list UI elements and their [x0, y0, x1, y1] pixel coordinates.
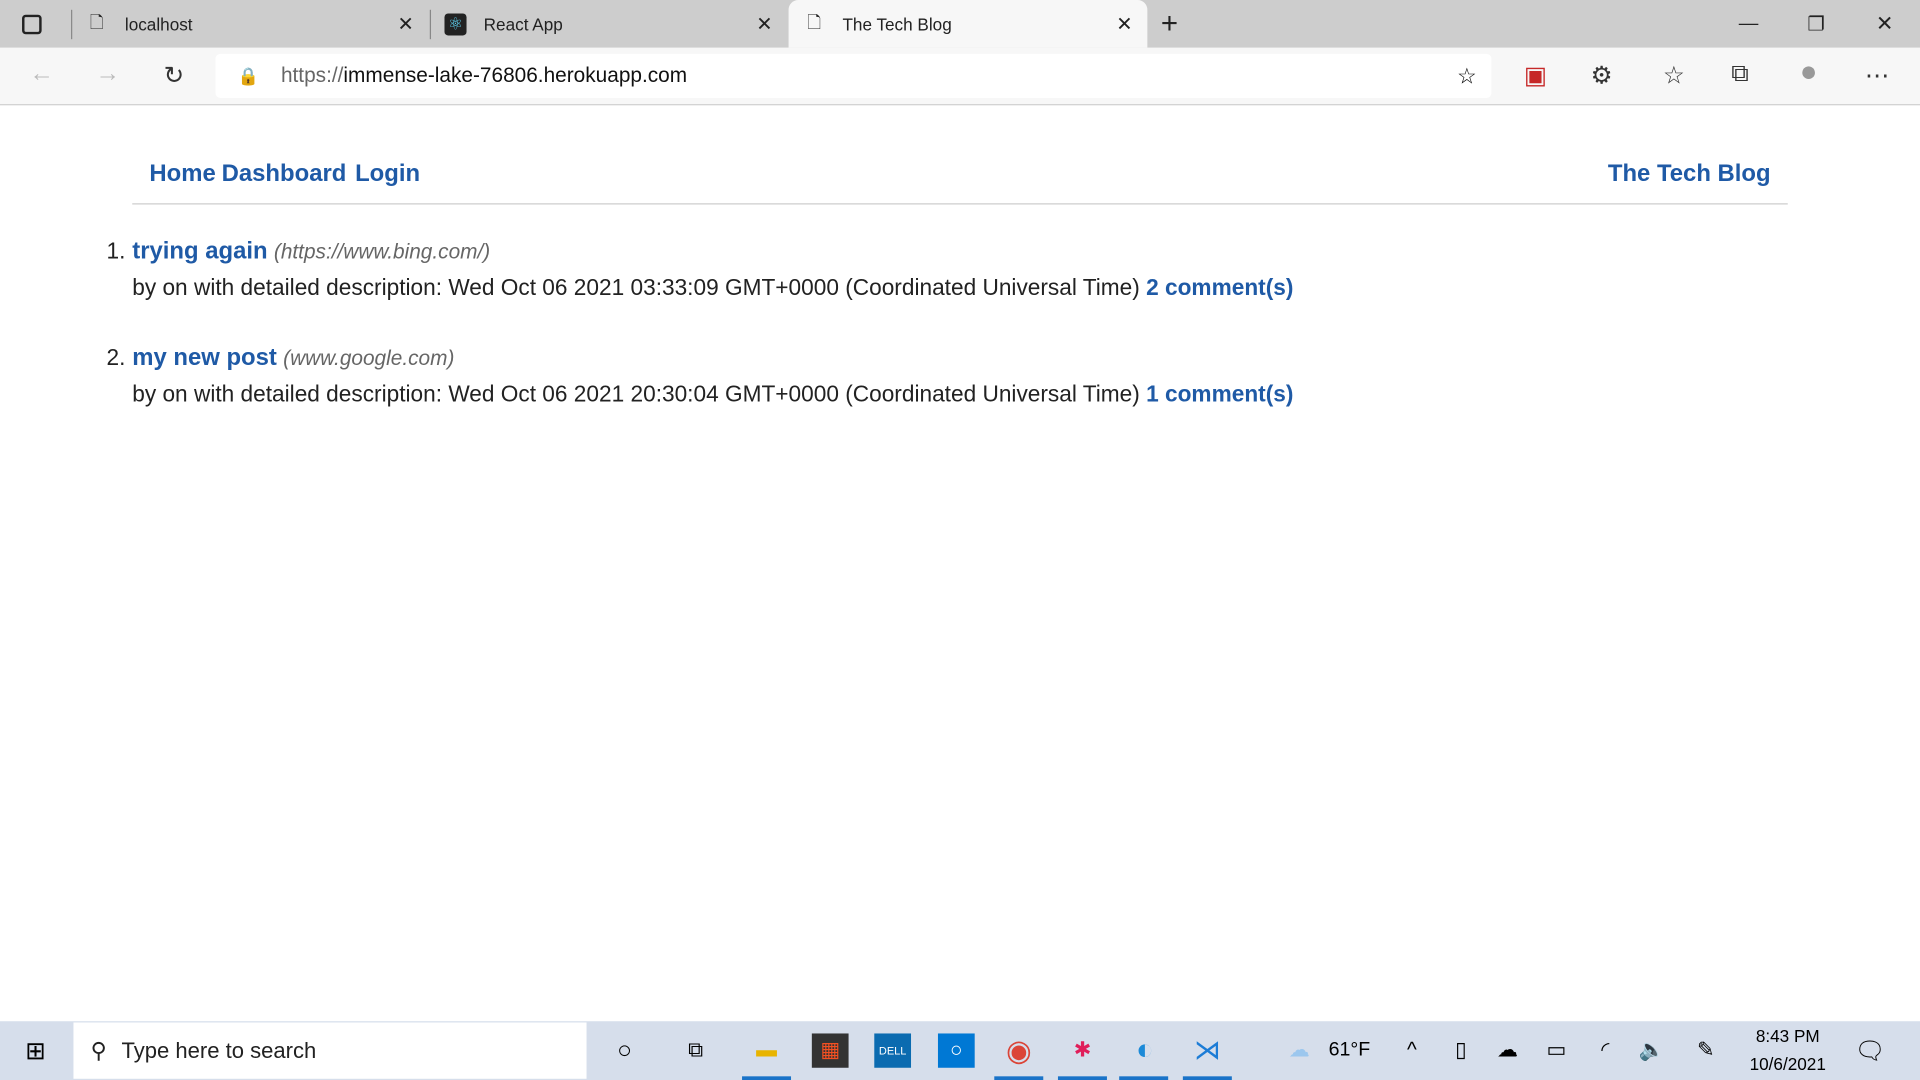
tab-label: React App — [483, 14, 563, 34]
back-icon[interactable]: ← — [24, 60, 58, 88]
tab-actions-icon — [22, 14, 42, 34]
file-explorer-icon[interactable]: ▬ — [748, 1033, 785, 1067]
taskbar: ⊞ ⚲ Type here to search ○ ⧉ ▬ ▦ DELL ○ ◉… — [0, 1021, 1920, 1080]
notifications-icon[interactable]: 🗨 — [1851, 1033, 1888, 1067]
address-bar[interactable]: 🔒 https:// immense-lake-76806.herokuapp.… — [215, 53, 1492, 98]
close-tab-icon[interactable]: ✕ — [397, 12, 413, 36]
wifi-icon[interactable]: ◜ — [1587, 1033, 1624, 1067]
forward-icon[interactable]: → — [91, 60, 125, 88]
edge-icon[interactable]: ◐ — [1127, 1033, 1164, 1067]
nav-home-link[interactable]: Home — [149, 160, 215, 188]
restore-button[interactable]: ❐ — [1807, 0, 1825, 48]
url-scheme: https:// — [280, 63, 344, 87]
site-brand-link[interactable]: The Tech Blog — [1608, 160, 1771, 188]
post-comments-link[interactable]: 2 comment(s) — [1146, 274, 1293, 300]
show-hidden-icons[interactable]: ^ — [1393, 1033, 1430, 1067]
store-icon[interactable]: ▦ — [811, 1033, 849, 1068]
post-title-link[interactable]: trying again — [132, 238, 267, 265]
extensions-icon[interactable]: ⚙ — [1584, 60, 1618, 91]
tab-the-tech-blog[interactable]: 🗋 The Tech Blog ✕ — [788, 0, 1148, 48]
post-meta: by on with detailed description: Wed Oct… — [132, 380, 1140, 407]
header-divider — [132, 203, 1788, 205]
weather-icon[interactable]: ☁ — [1281, 1033, 1318, 1067]
page-error-icon: 🗋 — [89, 11, 104, 32]
search-icon: ⚲ — [90, 1037, 107, 1063]
clock-date[interactable]: 10/6/2021 — [1739, 1054, 1837, 1074]
more-menu-icon[interactable]: ⋯ — [1860, 60, 1894, 91]
lock-icon: 🔒 — [237, 65, 259, 86]
clock-time[interactable]: 8:43 PM — [1739, 1026, 1837, 1046]
refresh-icon[interactable]: ↻ — [157, 60, 191, 91]
close-tab-icon[interactable]: ✕ — [1116, 12, 1132, 36]
pocket-extension-icon[interactable]: ▣ — [1518, 60, 1552, 91]
post-url: (www.google.com) — [283, 346, 455, 370]
browser-toolbar: ← → ↻ 🔒 https:// immense-lake-76806.hero… — [0, 47, 1920, 106]
weather-temp[interactable]: 61°F — [1329, 1040, 1371, 1062]
collections-icon[interactable]: ⧉ — [1723, 60, 1757, 88]
favorites-icon[interactable]: ☆ — [1657, 60, 1691, 91]
tab-actions-button[interactable] — [22, 0, 49, 48]
new-tab-button[interactable]: + — [1161, 0, 1178, 48]
post-url: (https://www.bing.com/) — [273, 240, 491, 264]
search-placeholder: Type here to search — [121, 1037, 317, 1063]
post-title-link[interactable]: my new post — [132, 344, 277, 371]
minimize-button[interactable]: — — [1739, 0, 1759, 48]
task-view-icon[interactable]: ⧉ — [677, 1033, 714, 1067]
tab-label: The Tech Blog — [842, 14, 952, 34]
close-window-button[interactable]: ✕ — [1876, 0, 1893, 48]
react-icon: ⚛ — [444, 12, 467, 35]
meet-now-icon[interactable]: ▯ — [1442, 1033, 1479, 1067]
post-number: 2. — [106, 344, 126, 370]
page-icon: 🗋 — [807, 11, 822, 32]
url-host: immense-lake-76806.herokuapp.com — [343, 63, 688, 87]
nav-login-link[interactable]: Login — [355, 160, 420, 188]
add-favorite-icon[interactable]: ☆ — [1457, 63, 1477, 89]
app-icon[interactable]: ○ — [937, 1033, 975, 1068]
windows-start-icon[interactable]: ⊞ — [17, 1033, 54, 1067]
slack-icon[interactable]: ✱ — [1064, 1033, 1101, 1067]
pen-icon[interactable]: ✎ — [1687, 1033, 1724, 1067]
tab-bar: 🗋 localhost ✕ ⚛ React App ✕ 🗋 The Tech B… — [0, 0, 1920, 48]
vscode-icon[interactable]: ⋊ — [1189, 1033, 1226, 1067]
tab-localhost[interactable]: 🗋 localhost ✕ — [86, 0, 429, 48]
post-number: 1. — [106, 237, 126, 264]
post-meta: by on with detailed description: Wed Oct… — [132, 274, 1140, 301]
dell-icon[interactable]: DELL — [874, 1033, 912, 1068]
close-tab-icon[interactable]: ✕ — [756, 12, 772, 36]
tab-label: localhost — [124, 14, 193, 34]
taskbar-search-input[interactable]: ⚲ Type here to search — [73, 1022, 587, 1079]
cortana-icon[interactable]: ○ — [606, 1033, 643, 1067]
page-content: Home Dashboard Login The Tech Blog 1. tr… — [0, 107, 1920, 1022]
profile-avatar[interactable]: ● — [1791, 55, 1825, 89]
tab-react-app[interactable]: ⚛ React App ✕ — [444, 0, 787, 48]
post-comments-link[interactable]: 1 comment(s) — [1146, 381, 1293, 407]
volume-icon[interactable]: 🔈 — [1633, 1033, 1670, 1067]
onedrive-icon[interactable]: ☁ — [1489, 1033, 1526, 1067]
chrome-icon[interactable]: ◉ — [1000, 1033, 1037, 1067]
battery-icon[interactable]: ▭ — [1538, 1033, 1575, 1067]
nav-dashboard-link[interactable]: Dashboard — [222, 160, 347, 188]
